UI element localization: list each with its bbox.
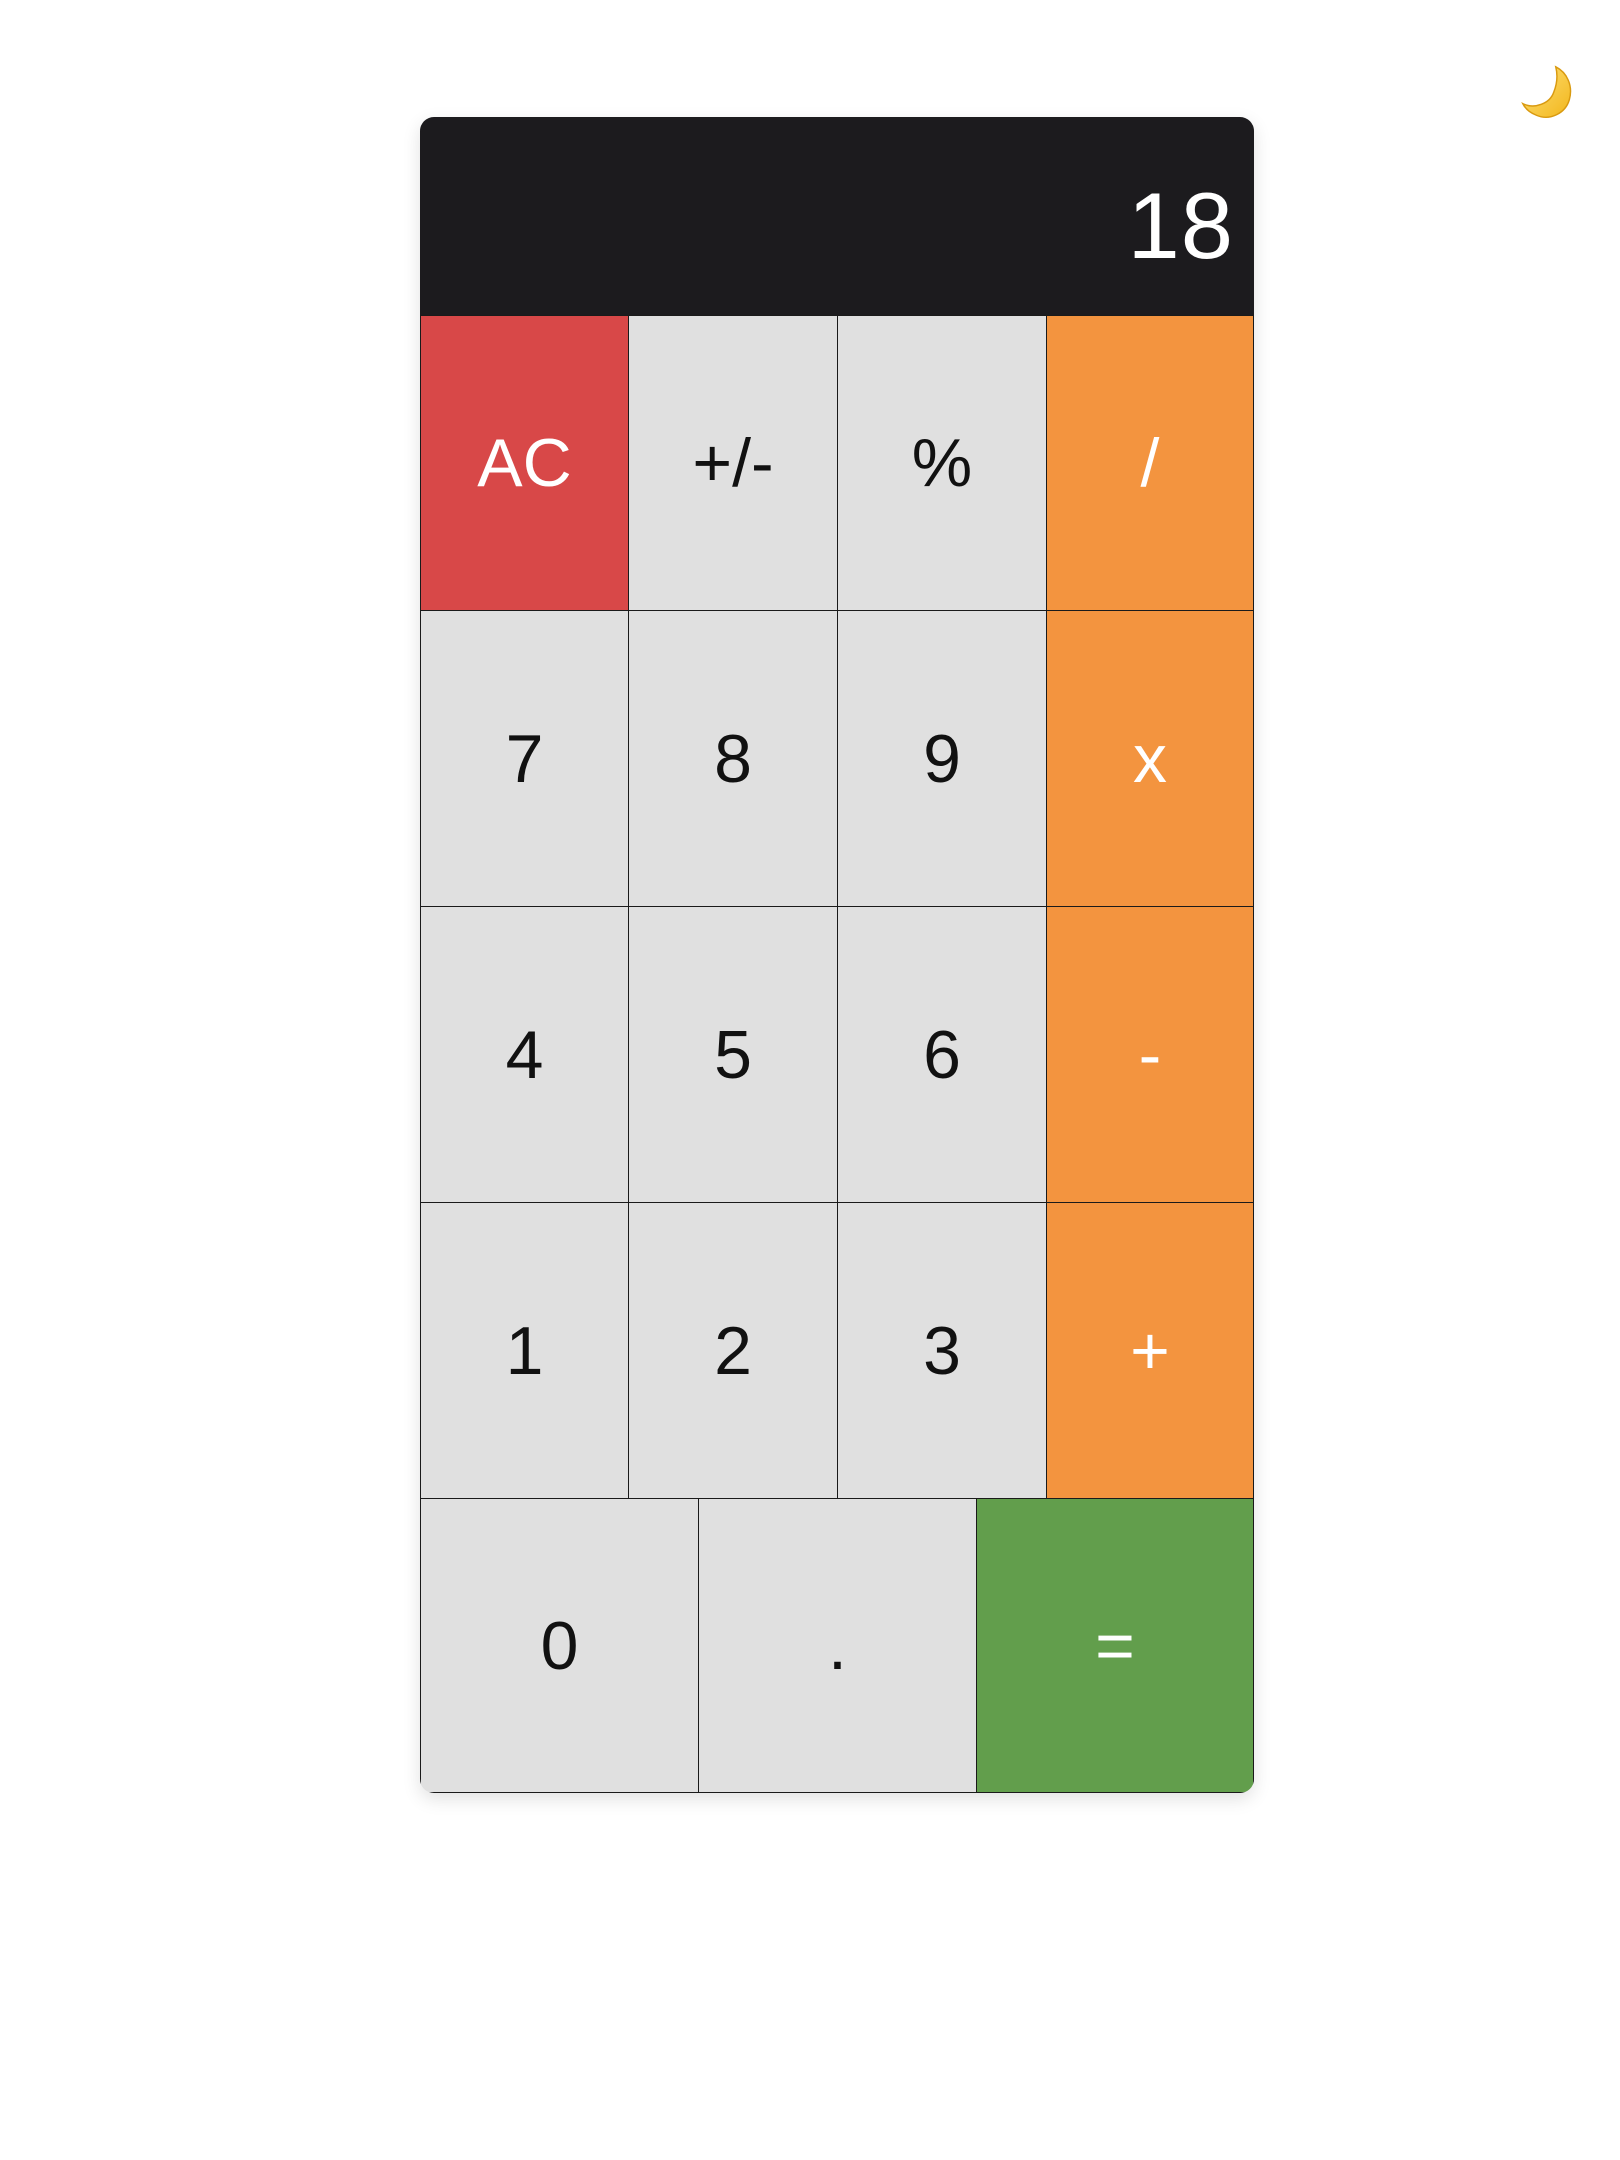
digit-1-button[interactable]: 1 [420,1202,629,1499]
decimal-button[interactable]: . [698,1498,977,1793]
add-button[interactable]: + [1046,1202,1254,1499]
theme-toggle-button[interactable] [1512,56,1584,128]
calculator: 18 AC +/- % / 7 8 9 x 4 5 6 - 1 2 3 + 0 … [420,117,1254,1793]
digit-2-button[interactable]: 2 [628,1202,838,1499]
digit-4-button[interactable]: 4 [420,906,629,1203]
keypad: AC +/- % / 7 8 9 x 4 5 6 - 1 2 3 + 0 . = [420,315,1254,1793]
digit-3-button[interactable]: 3 [837,1202,1047,1499]
subtract-button[interactable]: - [1046,906,1254,1203]
digit-6-button[interactable]: 6 [837,906,1047,1203]
crescent-moon-icon [1521,65,1572,118]
digit-8-button[interactable]: 8 [628,610,838,907]
equals-button[interactable]: = [976,1498,1254,1793]
digit-0-button[interactable]: 0 [420,1498,699,1793]
clear-button[interactable]: AC [420,315,629,611]
sign-toggle-button[interactable]: +/- [628,315,838,611]
digit-9-button[interactable]: 9 [837,610,1047,907]
divide-button[interactable]: / [1046,315,1254,611]
digit-5-button[interactable]: 5 [628,906,838,1203]
percent-button[interactable]: % [837,315,1047,611]
page: 18 AC +/- % / 7 8 9 x 4 5 6 - 1 2 3 + 0 … [0,0,1620,2160]
calculator-display: 18 [420,117,1254,315]
multiply-button[interactable]: x [1046,610,1254,907]
digit-7-button[interactable]: 7 [420,610,629,907]
